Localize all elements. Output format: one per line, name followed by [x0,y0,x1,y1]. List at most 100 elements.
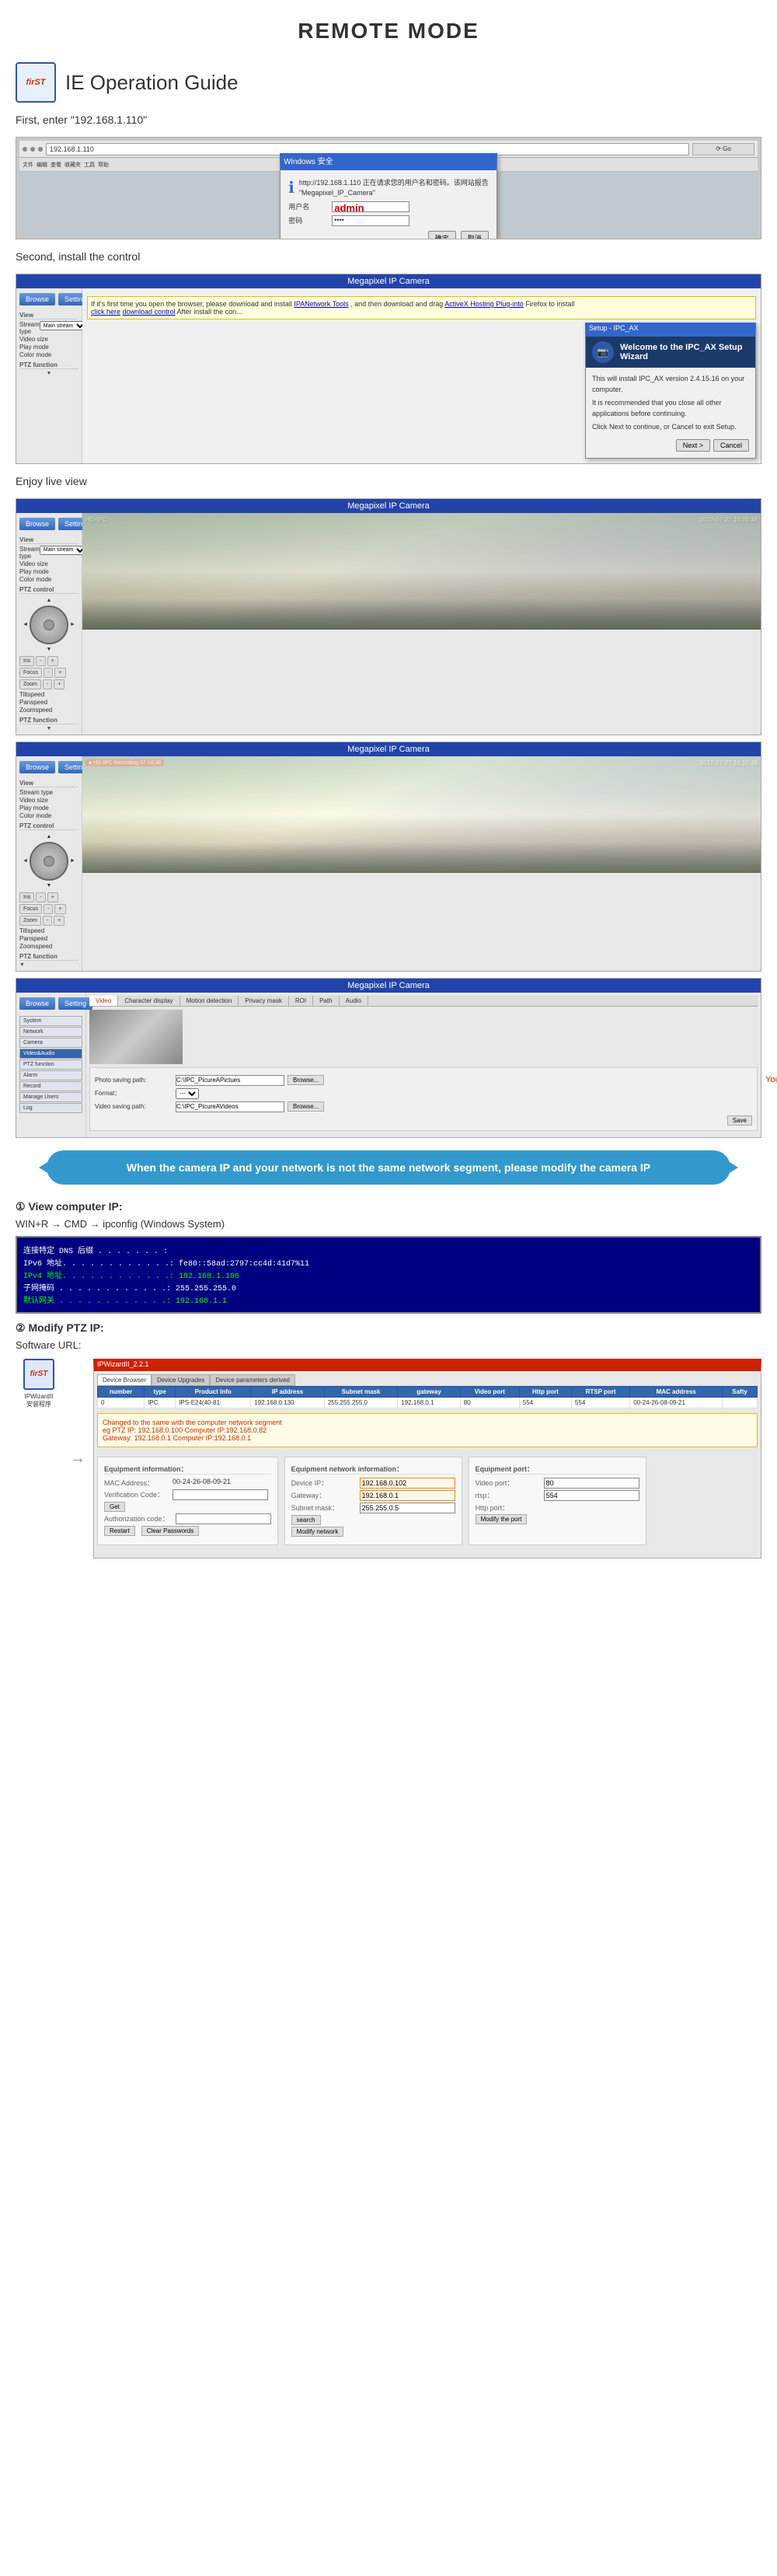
camera-btn[interactable]: Camera [19,1038,82,1048]
modify-network-btn[interactable]: Modify network [291,1527,344,1537]
lv2-iris-minus[interactable]: - [36,892,45,902]
lv2-color-mode-label: Color mode [19,812,51,819]
feed2-bottom [82,842,761,873]
iris-minus[interactable]: - [36,656,45,666]
storage-save-btn[interactable]: Save [727,1115,752,1126]
browse-btn[interactable]: Browse [19,293,55,305]
camera-body-install: Browse Setting View Stream type Main str… [16,288,761,463]
panspeed-label: Panspeed [19,699,47,706]
lv2-focus-plus[interactable]: + [54,904,65,914]
focus-minus[interactable]: - [44,668,53,678]
ptz-function-btn[interactable]: PTZ function [19,1059,82,1070]
audio-tab[interactable]: Audio [340,996,368,1006]
restart-btn[interactable]: Restart [104,1526,135,1536]
zoom-minus[interactable]: - [43,679,52,689]
lv2-video-size: Video size [19,797,78,804]
ptz-right[interactable]: ► [70,622,75,627]
toolbar-item: 查看 [51,161,61,169]
wizard-body: This will install IPC_AX version 2.4.15.… [592,374,749,433]
system-btn[interactable]: System [19,1016,82,1026]
wizard-next-btn[interactable]: Next > [676,439,710,452]
device-ip-input[interactable] [360,1478,455,1489]
modify-port-btn[interactable]: Modify the port [476,1514,528,1524]
lv2-zoom-minus[interactable]: - [43,916,52,926]
cancel-button[interactable]: 取消 [461,231,489,239]
motion-detection-tab[interactable]: Motion detection [180,996,239,1006]
ptz2-left[interactable]: ◄ [23,858,28,864]
settings-browse-btn[interactable]: Browse [19,997,55,1010]
network-btn[interactable]: Network [19,1027,82,1037]
wizard-header: 📷 Welcome to the IPC_AX Setup Wizard [586,337,755,368]
manage-users-btn[interactable]: Manage Users [19,1092,82,1102]
device-params-tab[interactable]: Device parameters derived [210,1374,295,1386]
get-btn[interactable]: Get [104,1502,125,1512]
ipwizard-logo-text: firST [30,1370,48,1378]
stream-type-item: Stream type Main stream [19,321,78,335]
format-row: Format： --- [95,1088,752,1099]
ptz2-down[interactable]: ▼ [47,883,52,888]
video-path-input[interactable] [176,1101,284,1112]
log-btn[interactable]: Log [19,1103,82,1113]
device-browser-tab[interactable]: Device Browser [97,1374,152,1386]
play-mode-item: Play mode [19,344,78,351]
ptz2-right[interactable]: ► [70,858,75,864]
ok-button[interactable]: 确定 [428,231,456,239]
ipnetwork-tools-link[interactable]: IPANetwork Tools [294,300,348,308]
video-audio-btn[interactable]: Video&Audio [19,1049,82,1059]
activex-link[interactable]: ActiveX Hosting Plug-into [444,300,524,308]
alarm-btn[interactable]: Alarm [19,1070,82,1080]
callout-box: When the camera IP and your network is n… [47,1150,730,1185]
ie-guide-title: IE Operation Guide [65,71,239,95]
zoom-plus[interactable]: + [54,679,64,689]
roi-tab[interactable]: ROI [289,996,313,1006]
settings-top-buttons: Browse Setting [19,996,82,1011]
photo-path-input[interactable] [176,1075,284,1086]
path-tab[interactable]: Path [313,996,339,1006]
ptz-ring[interactable] [30,606,68,644]
ptz2-ring[interactable] [30,842,68,881]
device-upgrades-tab[interactable]: Device Upgrades [152,1374,210,1386]
wizard-cancel-btn[interactable]: Cancel [713,439,749,452]
ipwizard-logo-area: firST IPWizardII安装程序 [16,1359,62,1408]
click-here-text: click here download control After instal… [91,308,242,316]
lv1-video-size-label: Video size [19,560,48,567]
download-control-link[interactable]: download control [123,308,176,316]
privacy-mask-tab[interactable]: Privacy mask [239,996,289,1006]
ptz-left[interactable]: ◄ [23,622,28,627]
video-port-input[interactable] [544,1478,639,1489]
lv2-browse-btn[interactable]: Browse [19,761,55,773]
search-btn[interactable]: search [291,1515,321,1525]
ptz2-up[interactable]: ▲ [47,834,52,839]
char-display-tab[interactable]: Character display [118,996,179,1006]
lv2-zoom-plus[interactable]: + [54,916,64,926]
subnet-input[interactable] [360,1503,455,1513]
clear-btn[interactable]: Clear Passwords [141,1526,199,1536]
format-select[interactable]: --- [176,1088,199,1099]
ptz-up[interactable]: ▲ [47,598,52,603]
stream-type-select[interactable]: Main stream [40,321,87,330]
lv2-focus-minus[interactable]: - [44,904,53,914]
lv1-stream-select[interactable]: Main stream [40,546,87,555]
video-browse-btn[interactable]: Browse... [287,1101,324,1112]
ptz-down[interactable]: ▼ [47,647,52,652]
record-btn[interactable]: Record [19,1081,82,1091]
get-row: Get [104,1502,271,1512]
iris-plus[interactable]: + [47,656,58,666]
photo-browse-btn[interactable]: Browse... [287,1075,324,1085]
auth-input[interactable] [176,1513,271,1524]
click-here-link[interactable]: click here [91,308,120,316]
username-input[interactable]: admin [332,201,409,212]
verification-row: Verification Code： [104,1489,271,1500]
gateway-input[interactable] [360,1490,455,1501]
lv2-iris-plus[interactable]: + [47,892,58,902]
col-type: type [145,1386,176,1397]
video-tab[interactable]: Video [89,996,118,1006]
rtsp-input[interactable] [544,1490,639,1501]
password-input[interactable]: •••• [332,215,409,226]
lv1-browse-btn[interactable]: Browse [19,518,55,530]
verification-input[interactable] [172,1489,268,1500]
lv2-play-mode: Play mode [19,805,78,812]
lv2-zoomspeed: Zoomspeed [19,943,78,950]
focus-plus[interactable]: + [54,668,65,678]
lv2-focus-row: Focus - + [19,904,78,914]
